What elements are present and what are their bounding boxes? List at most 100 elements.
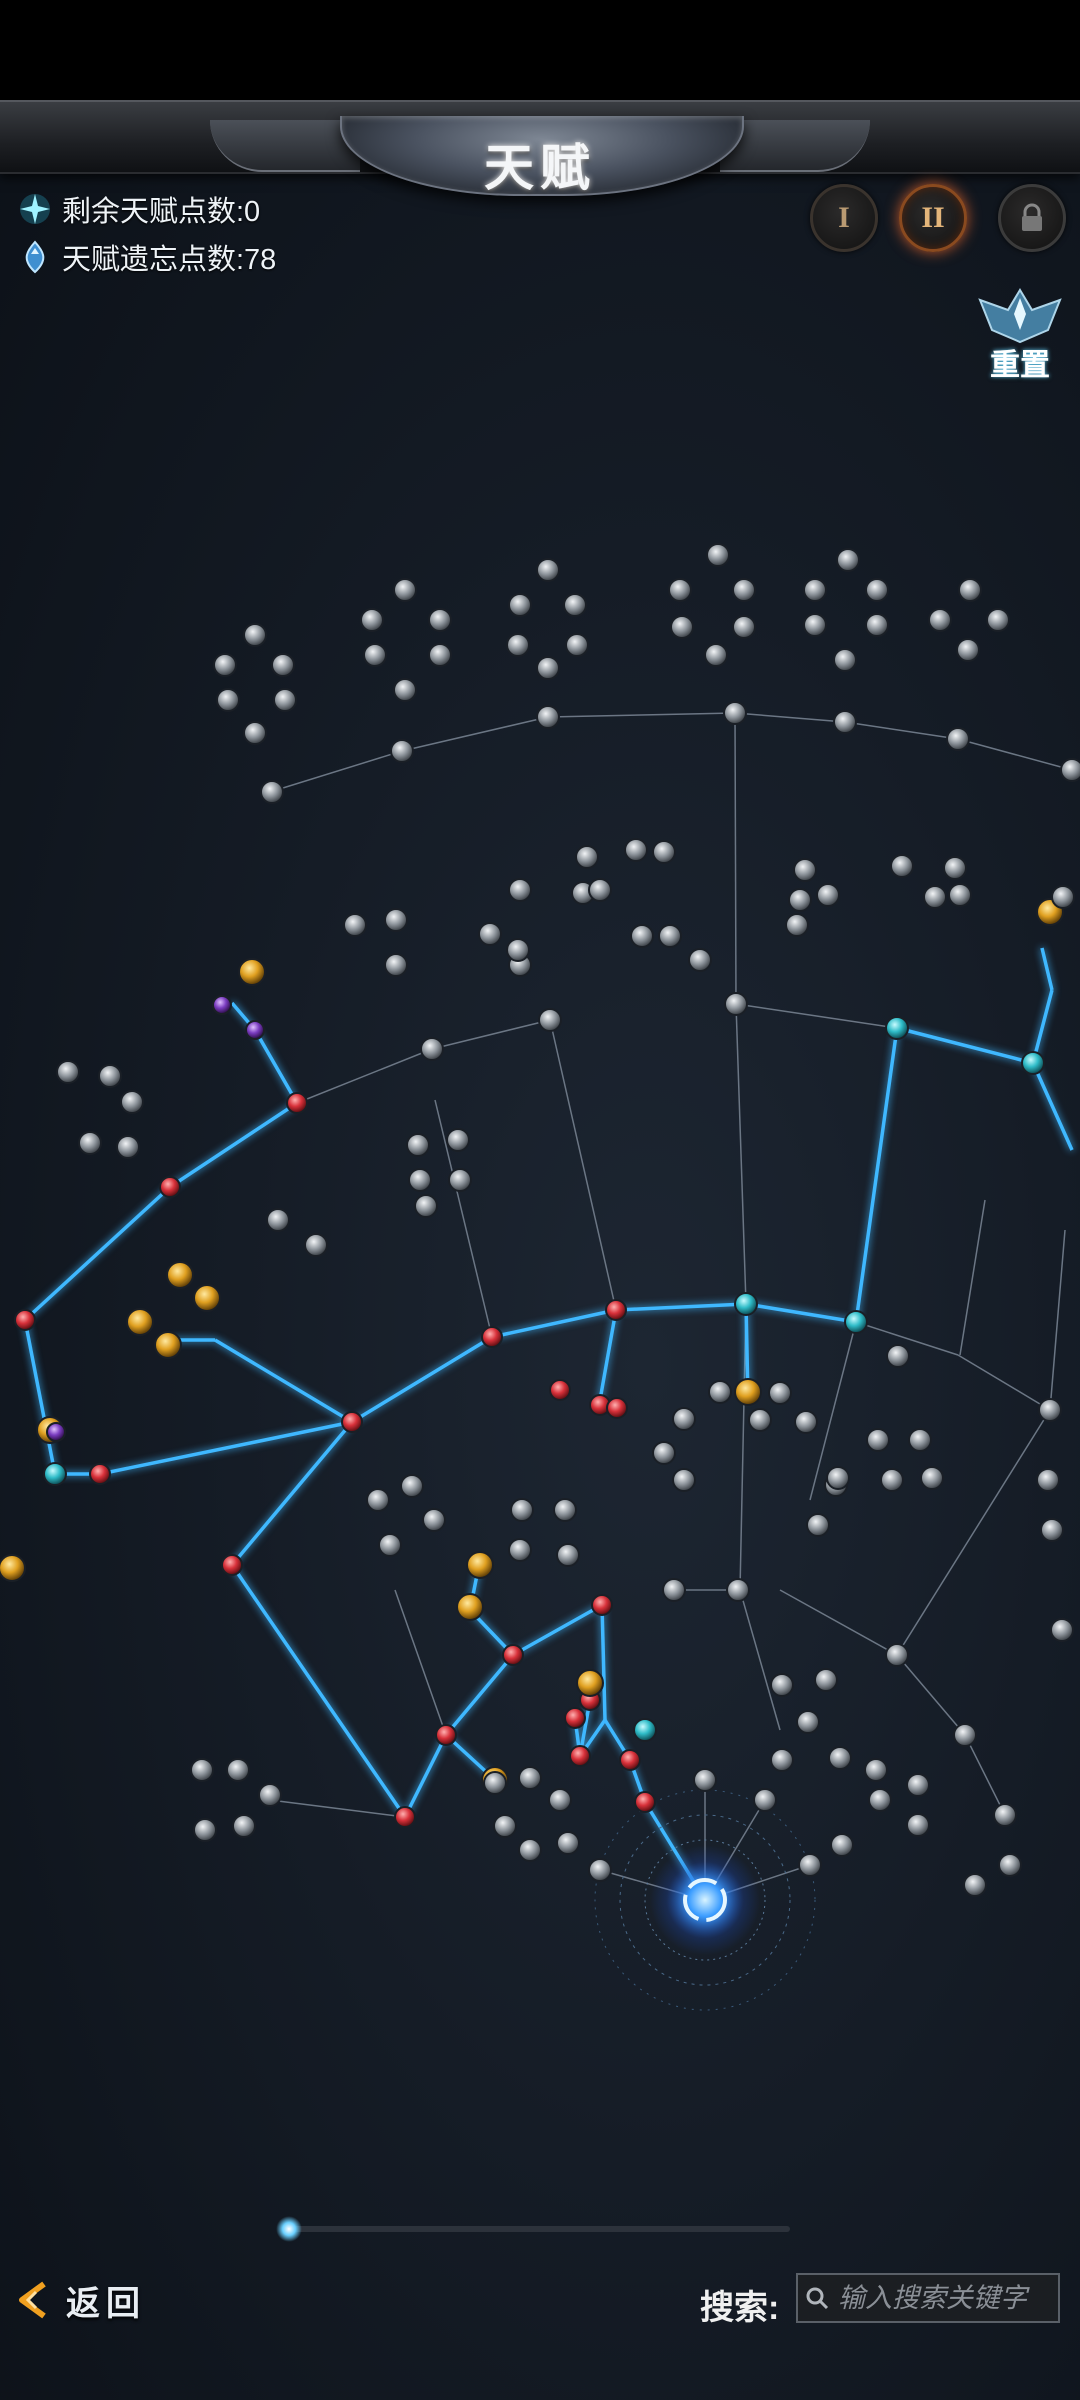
- talent-node-locked[interactable]: [420, 1037, 444, 1061]
- talent-node-special[interactable]: [0, 1554, 26, 1582]
- talent-node-special[interactable]: [193, 1284, 221, 1312]
- talent-node-active[interactable]: [885, 1016, 909, 1040]
- talent-node-locked[interactable]: [836, 548, 860, 572]
- talent-node-locked[interactable]: [393, 678, 417, 702]
- talent-node-locked[interactable]: [958, 578, 982, 602]
- talent-node-locked[interactable]: [378, 1533, 402, 1557]
- talent-node-locked[interactable]: [483, 1771, 507, 1795]
- talent-node-special[interactable]: [238, 958, 266, 986]
- talent-node-locked[interactable]: [448, 1168, 472, 1192]
- talent-node-active[interactable]: [844, 1310, 868, 1334]
- talent-node-locked[interactable]: [78, 1131, 102, 1155]
- talent-node-locked[interactable]: [890, 854, 914, 878]
- talent-node-locked[interactable]: [868, 1788, 892, 1812]
- talent-node-special[interactable]: [212, 995, 232, 1015]
- talent-node-locked[interactable]: [672, 1407, 696, 1431]
- talent-node-locked[interactable]: [865, 578, 889, 602]
- talent-node-locked[interactable]: [360, 608, 384, 632]
- talent-node-locked[interactable]: [428, 643, 452, 667]
- talent-node-locked[interactable]: [553, 1498, 577, 1522]
- talent-node-special[interactable]: [734, 1378, 762, 1406]
- talent-node-active[interactable]: [605, 1299, 627, 1321]
- talent-node-locked[interactable]: [833, 710, 857, 734]
- talent-node-active[interactable]: [564, 1707, 586, 1729]
- talent-node-locked[interactable]: [506, 633, 530, 657]
- talent-node-locked[interactable]: [732, 578, 756, 602]
- talent-node-locked[interactable]: [193, 1818, 217, 1842]
- talent-node-locked[interactable]: [732, 615, 756, 639]
- talent-node-locked[interactable]: [510, 1498, 534, 1522]
- talent-node-locked[interactable]: [866, 1428, 890, 1452]
- talent-node-locked[interactable]: [304, 1233, 328, 1257]
- talent-node-active[interactable]: [634, 1791, 656, 1813]
- talent-node-locked[interactable]: [796, 1710, 820, 1734]
- talent-node-locked[interactable]: [538, 1008, 562, 1032]
- talent-node-locked[interactable]: [652, 1441, 676, 1465]
- talent-node-locked[interactable]: [506, 938, 530, 962]
- talent-node-locked[interactable]: [518, 1766, 542, 1790]
- talent-node-locked[interactable]: [1060, 758, 1080, 782]
- talent-node-locked[interactable]: [508, 593, 532, 617]
- talent-node-locked[interactable]: [724, 992, 748, 1016]
- talent-node-locked[interactable]: [406, 1133, 430, 1157]
- talent-node-active[interactable]: [43, 1462, 67, 1486]
- talent-node-locked[interactable]: [886, 1344, 910, 1368]
- talent-node-locked[interactable]: [814, 1668, 838, 1692]
- talent-node-locked[interactable]: [243, 623, 267, 647]
- talent-node-locked[interactable]: [1050, 1618, 1074, 1642]
- talent-node-locked[interactable]: [670, 615, 694, 639]
- talent-node-locked[interactable]: [662, 1578, 686, 1602]
- talent-node-locked[interactable]: [408, 1168, 432, 1192]
- talent-node-locked[interactable]: [788, 888, 812, 912]
- talent-node-locked[interactable]: [688, 948, 712, 972]
- talent-node-active[interactable]: [633, 1718, 657, 1742]
- talent-node-active[interactable]: [89, 1463, 111, 1485]
- talent-node-active[interactable]: [502, 1644, 524, 1666]
- talent-node-locked[interactable]: [946, 727, 970, 751]
- talent-node-locked[interactable]: [963, 1873, 987, 1897]
- talent-node-locked[interactable]: [400, 1474, 424, 1498]
- talent-node-locked[interactable]: [726, 1578, 750, 1602]
- talent-node-active[interactable]: [619, 1749, 641, 1771]
- talent-node-locked[interactable]: [1051, 885, 1075, 909]
- talent-node-locked[interactable]: [956, 638, 980, 662]
- talent-node-locked[interactable]: [828, 1746, 852, 1770]
- talent-node-special[interactable]: [245, 1020, 265, 1040]
- talent-node-locked[interactable]: [216, 688, 240, 712]
- talent-node-locked[interactable]: [865, 613, 889, 637]
- talent-node-locked[interactable]: [243, 721, 267, 745]
- talent-node-special[interactable]: [126, 1308, 154, 1336]
- talent-node-locked[interactable]: [880, 1468, 904, 1492]
- talent-node-locked[interactable]: [190, 1758, 214, 1782]
- talent-node-locked[interactable]: [393, 578, 417, 602]
- page-2-button[interactable]: II: [899, 184, 967, 252]
- search-input[interactable]: [836, 2281, 1050, 2315]
- talent-node-locked[interactable]: [428, 608, 452, 632]
- talent-node-locked[interactable]: [1040, 1518, 1064, 1542]
- talent-node-locked[interactable]: [588, 878, 612, 902]
- talent-node-locked[interactable]: [806, 1513, 830, 1537]
- talent-node-locked[interactable]: [493, 1814, 517, 1838]
- talent-node-locked[interactable]: [833, 648, 857, 672]
- talent-node-locked[interactable]: [508, 878, 532, 902]
- talent-node-locked[interactable]: [864, 1758, 888, 1782]
- talent-node-active[interactable]: [591, 1594, 613, 1616]
- talent-node-active[interactable]: [549, 1379, 571, 1401]
- talent-node-locked[interactable]: [658, 924, 682, 948]
- talent-node-special[interactable]: [576, 1669, 604, 1697]
- talent-node-locked[interactable]: [422, 1508, 446, 1532]
- talent-node-active[interactable]: [734, 1292, 758, 1316]
- talent-node-locked[interactable]: [556, 1543, 580, 1567]
- scroll-track[interactable]: [290, 2226, 790, 2232]
- talent-node-locked[interactable]: [785, 913, 809, 937]
- talent-node-locked[interactable]: [770, 1748, 794, 1772]
- talent-node-locked[interactable]: [343, 913, 367, 937]
- talent-node-locked[interactable]: [723, 701, 747, 725]
- talent-node-active[interactable]: [1021, 1051, 1045, 1075]
- talent-node-locked[interactable]: [993, 1803, 1017, 1827]
- search-box[interactable]: [796, 2273, 1060, 2323]
- talent-node-locked[interactable]: [536, 705, 560, 729]
- talent-node-locked[interactable]: [116, 1135, 140, 1159]
- talent-node-locked[interactable]: [536, 656, 560, 680]
- talent-node-locked[interactable]: [363, 643, 387, 667]
